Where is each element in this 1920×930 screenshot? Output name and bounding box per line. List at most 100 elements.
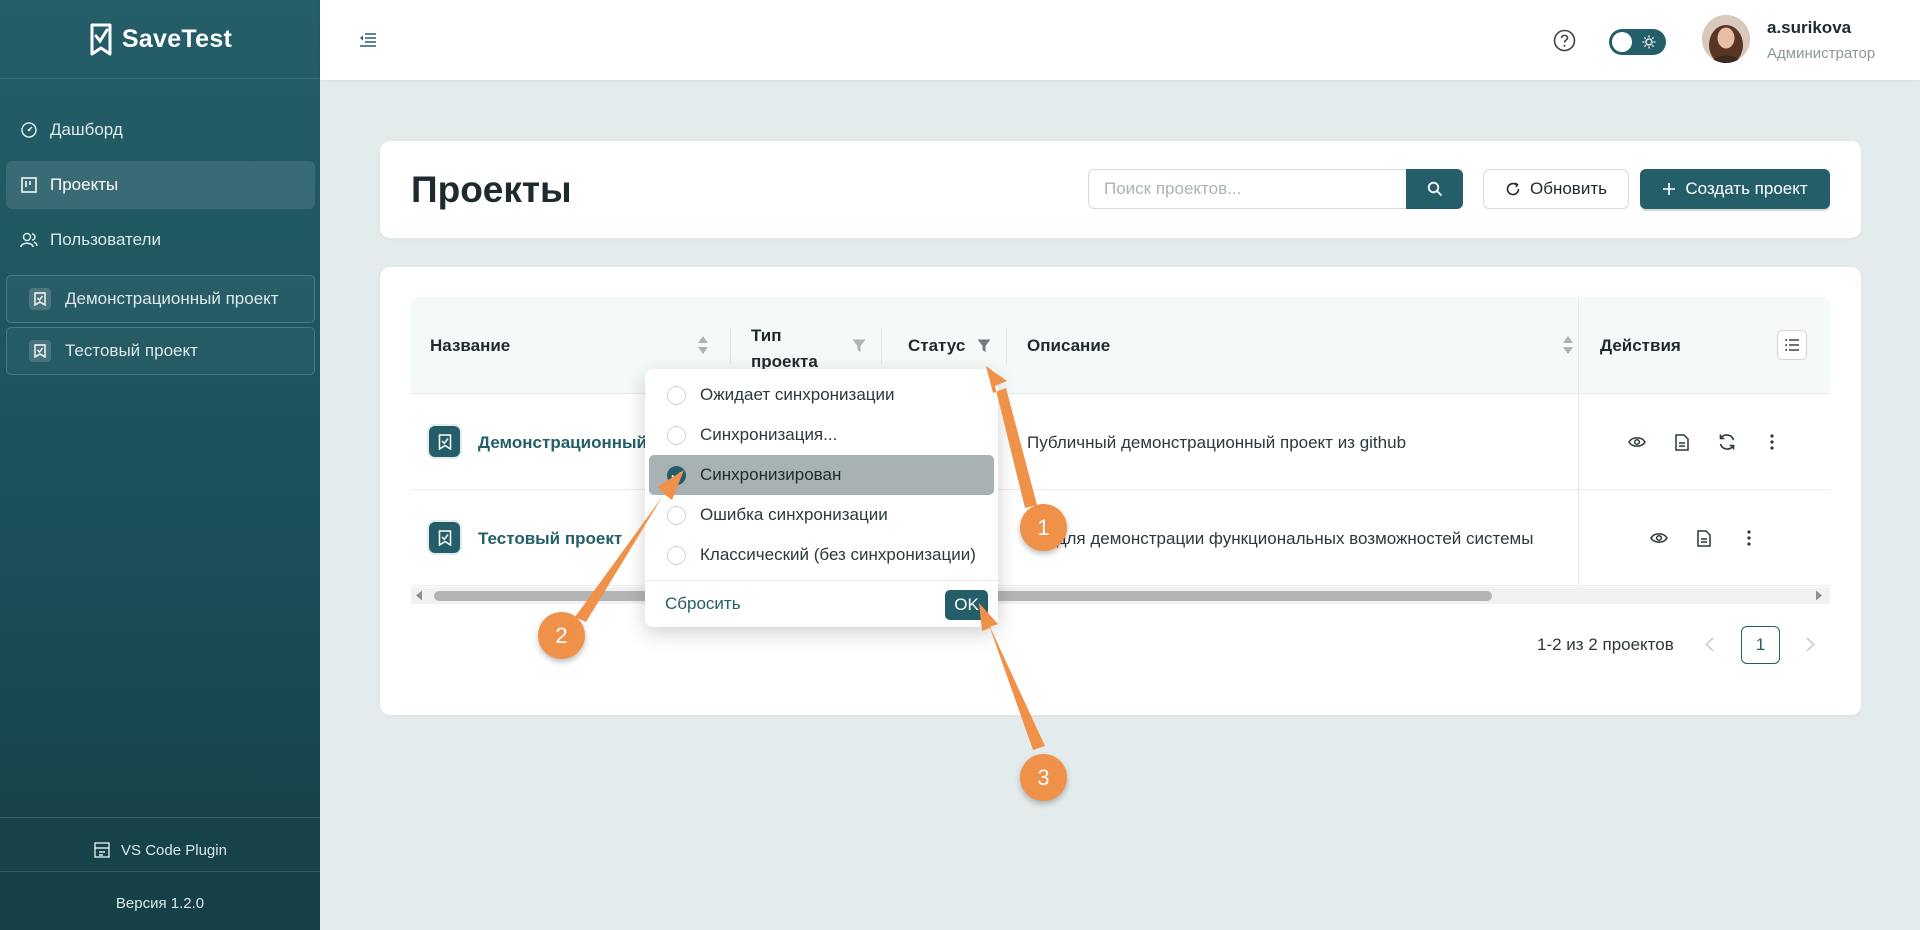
eye-icon	[1628, 437, 1646, 447]
version-text: Версия 1.2.0	[0, 893, 320, 913]
divider	[0, 817, 320, 818]
avatar[interactable]	[1702, 15, 1750, 63]
filter-option[interactable]: Ошибка синхронизации	[649, 495, 994, 535]
filter-option-label: Ошибка синхронизации	[700, 505, 888, 524]
sidebar-item-users[interactable]: Пользователи	[6, 216, 315, 264]
dashboard-icon	[21, 122, 37, 138]
search-icon	[1427, 181, 1442, 197]
vscode-plugin-link[interactable]: VS Code Plugin	[0, 835, 320, 865]
sort-icon[interactable]	[697, 335, 709, 355]
next-page-icon[interactable]	[1806, 637, 1815, 652]
create-project-label: Создать проект	[1685, 179, 1808, 198]
project-icon	[29, 288, 51, 310]
check-icon	[671, 471, 682, 480]
theme-toggle[interactable]	[1609, 29, 1666, 55]
checkbox[interactable]	[667, 505, 686, 525]
help-button[interactable]	[1552, 28, 1576, 52]
plus-icon	[1663, 183, 1676, 195]
annotation-badge-3: 3	[1020, 754, 1067, 801]
project-name-link[interactable]: Тестовый проект	[478, 529, 622, 549]
document-icon	[1697, 529, 1711, 547]
create-project-button[interactable]: Создать проект	[1640, 169, 1830, 209]
sidebar-item-dashboard[interactable]: Дашборд	[6, 106, 315, 154]
sidebar-item-projects[interactable]: Проекты	[6, 161, 315, 209]
pagination-summary: 1-2 из 2 проектов	[1537, 635, 1674, 654]
column-description[interactable]: Описание	[1027, 336, 1110, 356]
status-filter-dropdown: Ожидает синхронизации Синхронизация... С…	[645, 369, 998, 627]
sort-icon[interactable]	[1562, 335, 1574, 355]
checkbox[interactable]	[667, 385, 686, 405]
logo-icon	[90, 23, 112, 56]
projects-icon	[21, 177, 37, 193]
search-button[interactable]	[1406, 169, 1463, 209]
column-actions: Действия	[1600, 336, 1681, 355]
checkbox[interactable]	[667, 545, 686, 565]
column-status[interactable]: Статус	[908, 336, 965, 356]
document-icon	[1675, 433, 1689, 451]
sync-button[interactable]	[1715, 430, 1739, 454]
search-input[interactable]: Поиск проектов...	[1088, 169, 1407, 209]
divider	[0, 871, 320, 872]
filter-option-selected[interactable]: Синхронизирован	[649, 455, 994, 495]
sun-icon	[1642, 35, 1656, 49]
filter-option-label: Синхронизирован	[700, 465, 842, 484]
version-label: Версия 1.2.0	[115, 894, 205, 912]
refresh-button[interactable]: Обновить	[1483, 169, 1629, 209]
checkbox[interactable]	[667, 425, 686, 445]
eye-icon	[1650, 533, 1668, 543]
sidebar-project-label: Демонстрационный проект	[65, 289, 279, 308]
filter-option[interactable]: Классический (без синхронизации)	[649, 535, 994, 575]
sidebar-project-test[interactable]: Тестовый проект	[6, 327, 315, 375]
view-button[interactable]	[1625, 430, 1649, 454]
column-type-line1: Тип	[751, 326, 782, 345]
toggle-knob	[1612, 32, 1632, 52]
sidebar-item-label: Проекты	[50, 175, 119, 194]
filter-option-label: Синхронизация...	[700, 425, 838, 444]
view-button[interactable]	[1647, 526, 1671, 550]
app-logo[interactable]: SaveTest	[0, 0, 320, 79]
report-button[interactable]	[1670, 430, 1694, 454]
more-button[interactable]	[1737, 526, 1761, 550]
project-row-icon	[429, 426, 460, 457]
filter-option[interactable]: Синхронизация...	[649, 415, 994, 455]
sidebar-item-label: Пользователи	[50, 230, 161, 249]
project-icon	[29, 340, 51, 362]
more-vertical-icon	[1747, 530, 1751, 546]
reset-filter-button[interactable]: Сбросить	[665, 594, 741, 614]
status-filter-icon[interactable]	[977, 339, 991, 353]
username: a.surikova	[1767, 18, 1852, 37]
more-button[interactable]	[1760, 430, 1784, 454]
page-number-button[interactable]: 1	[1741, 626, 1780, 664]
plugin-icon	[94, 842, 110, 858]
refresh-label: Обновить	[1530, 179, 1607, 198]
scroll-right-icon[interactable]	[1815, 590, 1823, 601]
column-name[interactable]: Название	[430, 336, 510, 356]
column-type[interactable]: Тип проекта	[751, 323, 818, 375]
filter-option[interactable]: Ожидает синхронизации	[649, 375, 994, 415]
column-settings-button[interactable]	[1777, 330, 1807, 360]
page-title: Проекты	[411, 169, 572, 210]
sync-icon	[1719, 434, 1735, 450]
column-divider	[730, 327, 731, 364]
column-divider	[881, 327, 882, 364]
scroll-left-icon[interactable]	[415, 590, 423, 601]
sidebar-project-label: Тестовый проект	[65, 341, 198, 360]
help-icon	[1553, 29, 1575, 51]
refresh-icon	[1506, 182, 1520, 196]
more-vertical-icon	[1770, 434, 1774, 450]
checkbox-checked[interactable]	[667, 465, 686, 485]
ok-button[interactable]: OK	[945, 590, 988, 620]
report-button[interactable]	[1692, 526, 1716, 550]
project-name-link[interactable]: Демонстрационный	[478, 433, 647, 453]
prev-page-icon[interactable]	[1705, 637, 1714, 652]
collapse-sidebar-button[interactable]	[358, 30, 378, 50]
list-icon	[1784, 339, 1799, 351]
menu-fold-icon	[360, 33, 376, 47]
sidebar: SaveTest Дашборд Проекты Пользователи Де…	[0, 0, 320, 930]
annotation-badge-2: 2	[538, 612, 585, 659]
sidebar-item-label: Дашборд	[50, 120, 123, 139]
filter-icon[interactable]	[852, 339, 866, 353]
project-description: ект для демонстрации функциональных возм…	[1027, 529, 1534, 548]
column-divider	[1006, 327, 1007, 364]
sidebar-project-demo[interactable]: Демонстрационный проект	[6, 275, 315, 323]
